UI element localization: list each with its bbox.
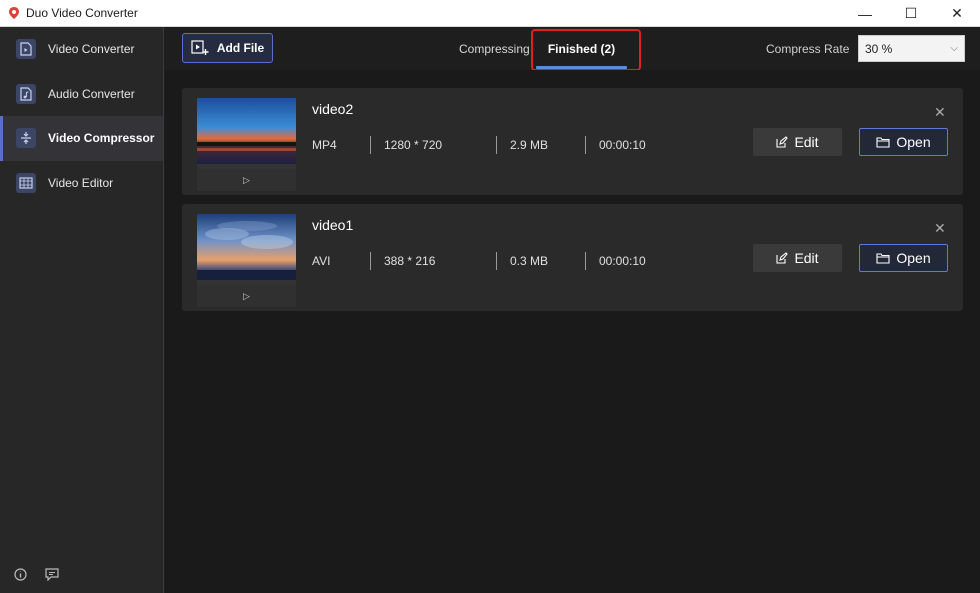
compress-icon: [16, 128, 36, 149]
video-file-icon: [16, 39, 36, 60]
window-controls: — ☐ ✕: [842, 0, 980, 27]
open-label: Open: [896, 134, 931, 150]
thumbnail-image: [197, 98, 296, 164]
sidebar-item-video-converter[interactable]: Video Converter: [0, 27, 163, 72]
chevron-down-icon: ⌵: [950, 43, 958, 54]
video-thumbnail[interactable]: ▷: [197, 214, 296, 307]
video-resolution: 388 * 216: [384, 254, 436, 268]
divider: [496, 136, 497, 154]
add-file-button[interactable]: Add File: [182, 33, 273, 63]
open-button[interactable]: Open: [859, 128, 948, 156]
folder-icon: [876, 137, 890, 148]
video-size: 0.3 MB: [510, 254, 549, 268]
audio-file-icon: [16, 83, 36, 104]
add-video-icon: [191, 40, 209, 55]
divider: [370, 252, 371, 270]
open-button[interactable]: Open: [859, 244, 948, 272]
edit-label: Edit: [794, 134, 819, 150]
video-duration: 00:00:10: [599, 254, 646, 268]
tab-compressing[interactable]: Compressing: [459, 27, 530, 70]
sidebar-item-label: Video Compressor: [48, 131, 155, 146]
thumbnail-image: [197, 214, 296, 280]
edit-label: Edit: [794, 250, 819, 266]
play-icon[interactable]: ▷: [197, 169, 296, 191]
folder-icon: [876, 253, 890, 264]
app-logo-icon: [9, 7, 19, 19]
compress-rate-dropdown[interactable]: 30 % ⌵: [858, 35, 965, 62]
sidebar-item-label: Audio Converter: [48, 86, 135, 101]
edit-button[interactable]: Edit: [753, 128, 842, 156]
video-size: 2.9 MB: [510, 138, 549, 152]
file-list: ▷ video2 MP4 1280 * 720 2.9 MB 00:00:10 …: [165, 70, 980, 593]
edit-button[interactable]: Edit: [753, 244, 842, 272]
video-resolution: 1280 * 720: [384, 138, 443, 152]
divider: [585, 136, 586, 154]
sidebar-item-video-compressor[interactable]: Video Compressor: [0, 116, 163, 161]
play-icon[interactable]: ▷: [197, 285, 296, 307]
video-format: AVI: [312, 254, 331, 268]
divider: [585, 252, 586, 270]
add-file-label: Add File: [216, 41, 265, 55]
divider: [496, 252, 497, 270]
title-bar: Duo Video Converter — ☐ ✕: [0, 0, 980, 27]
edit-icon: [776, 136, 789, 148]
sidebar-footer: [14, 568, 59, 581]
top-toolbar: Add File Compressing Finished (2) Compre…: [165, 27, 980, 71]
tab-finished[interactable]: Finished (2): [536, 27, 627, 70]
open-label: Open: [896, 250, 931, 266]
file-card: ▷ video1 AVI 388 * 216 0.3 MB 00:00:10 ✕…: [182, 204, 963, 311]
compress-rate-value: 30 %: [865, 41, 893, 56]
feedback-icon[interactable]: [45, 568, 59, 581]
active-tab-indicator: [536, 66, 627, 69]
minimize-button[interactable]: —: [842, 0, 888, 27]
remove-file-icon[interactable]: ✕: [934, 220, 946, 237]
info-icon[interactable]: [14, 568, 27, 581]
video-format: MP4: [312, 138, 337, 152]
close-window-button[interactable]: ✕: [934, 0, 980, 27]
sidebar-item-label: Video Editor: [48, 175, 114, 190]
film-edit-icon: [16, 172, 36, 193]
edit-icon: [776, 252, 789, 264]
app-title: Duo Video Converter: [26, 6, 138, 20]
maximize-button[interactable]: ☐: [888, 0, 934, 27]
video-thumbnail[interactable]: ▷: [197, 98, 296, 191]
file-card: ▷ video2 MP4 1280 * 720 2.9 MB 00:00:10 …: [182, 88, 963, 195]
sidebar-item-audio-converter[interactable]: Audio Converter: [0, 72, 163, 117]
remove-file-icon[interactable]: ✕: [934, 104, 946, 121]
video-name: video1: [312, 217, 354, 233]
divider: [370, 136, 371, 154]
compress-rate-label: Compress Rate: [766, 41, 850, 56]
sidebar-item-video-editor[interactable]: Video Editor: [0, 161, 163, 206]
sidebar-item-label: Video Converter: [48, 42, 135, 57]
sidebar: Video Converter Audio Converter Video Co…: [0, 27, 164, 593]
video-duration: 00:00:10: [599, 138, 646, 152]
video-name: video2: [312, 101, 354, 117]
